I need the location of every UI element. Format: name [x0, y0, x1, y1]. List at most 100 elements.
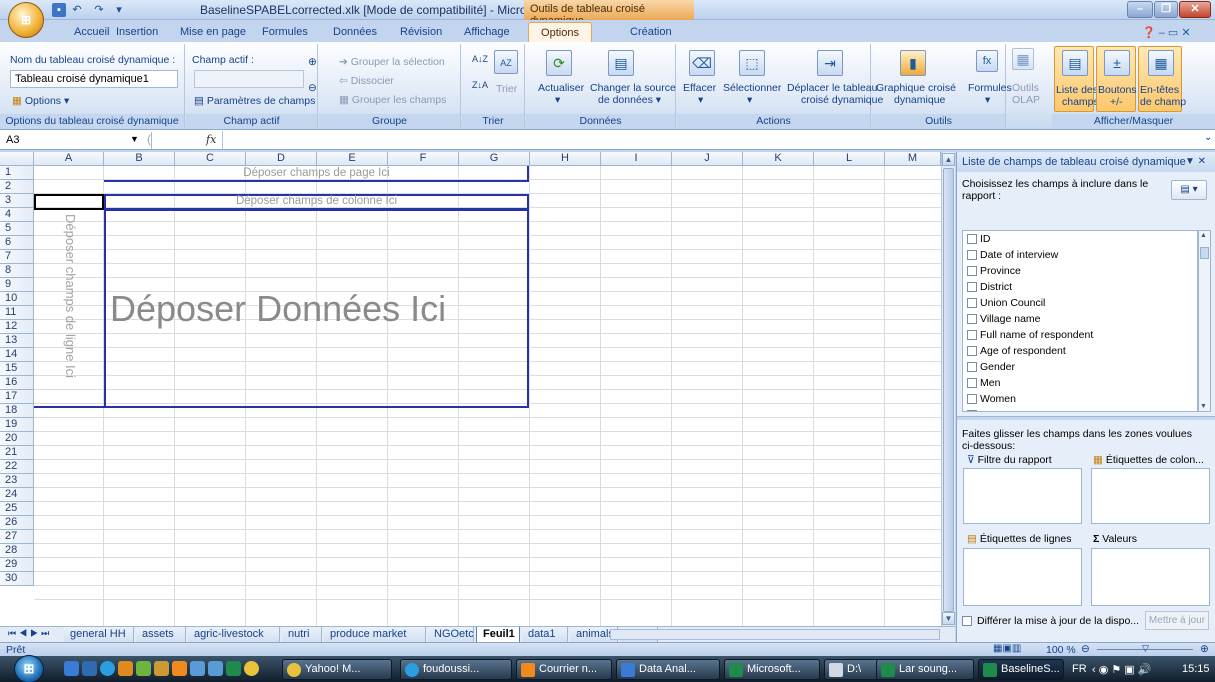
- field-item[interactable]: Province: [963, 263, 1197, 279]
- row-header-13[interactable]: 13: [0, 334, 34, 348]
- expand-field-icon[interactable]: ⊕: [308, 56, 317, 68]
- column-header-h[interactable]: H: [530, 152, 601, 166]
- sheet-tab[interactable]: agric-livestock: [188, 627, 280, 642]
- task-lar-soung[interactable]: Lar soung...: [876, 659, 974, 680]
- row-header-16[interactable]: 16: [0, 376, 34, 390]
- pane-menu-icon[interactable]: ▼ ✕: [1185, 156, 1206, 167]
- update-button[interactable]: Mettre à jour: [1145, 611, 1209, 630]
- select-icon[interactable]: ⬚: [739, 50, 765, 76]
- tab-insertion[interactable]: Insertion: [108, 22, 166, 42]
- quicklaunch-media-icon[interactable]: [118, 661, 133, 676]
- zoom-thumb-icon[interactable]: ▽: [1142, 643, 1149, 654]
- sheet-tab[interactable]: nutri: [282, 627, 322, 642]
- column-header-d[interactable]: D: [246, 152, 317, 166]
- active-field-input[interactable]: [194, 70, 304, 88]
- tab-affichage[interactable]: Affichage: [456, 22, 518, 42]
- row-header-14[interactable]: 14: [0, 348, 34, 362]
- field-checkbox[interactable]: [967, 250, 977, 260]
- save-icon[interactable]: ▪: [52, 3, 66, 17]
- field-checkbox[interactable]: [967, 362, 977, 372]
- field-checkbox[interactable]: [967, 266, 977, 276]
- row-header-22[interactable]: 22: [0, 460, 34, 474]
- pt-options-button[interactable]: ▦ Options ▾: [12, 95, 69, 107]
- column-header-e[interactable]: E: [317, 152, 388, 166]
- row-header-17[interactable]: 17: [0, 390, 34, 404]
- column-header-i[interactable]: I: [601, 152, 672, 166]
- column-header-k[interactable]: K: [743, 152, 814, 166]
- quicklaunch-ie-icon[interactable]: [100, 661, 115, 676]
- refresh-icon[interactable]: ⟳: [546, 50, 572, 76]
- tab-donnees[interactable]: Données: [325, 22, 385, 42]
- row-header-23[interactable]: 23: [0, 474, 34, 488]
- row-header-27[interactable]: 27: [0, 530, 34, 544]
- report-filter-area[interactable]: [963, 468, 1082, 524]
- ungroup-button[interactable]: ⇦ Dissocier: [339, 75, 394, 87]
- column-header-m[interactable]: M: [885, 152, 941, 166]
- quicklaunch-app6-icon[interactable]: [226, 661, 241, 676]
- olap-tools-icon[interactable]: ▦: [1012, 48, 1034, 70]
- help-icon[interactable]: ❓ – ▭ ✕: [1142, 26, 1191, 39]
- field-checkbox[interactable]: [967, 298, 977, 308]
- field-checkbox[interactable]: [967, 378, 977, 388]
- scroll-thumb[interactable]: [943, 168, 954, 612]
- quicklaunch-app7-icon[interactable]: [244, 661, 259, 676]
- column-header-j[interactable]: J: [672, 152, 743, 166]
- row-header-9[interactable]: 9: [0, 278, 34, 292]
- quicklaunch-app3-icon[interactable]: [172, 661, 187, 676]
- tab-options[interactable]: Options: [528, 22, 592, 42]
- row-header-25[interactable]: 25: [0, 502, 34, 516]
- sort-za-icon[interactable]: Z↓A: [472, 80, 488, 90]
- formulas-button[interactable]: Formules: [968, 82, 1012, 94]
- task-baseline[interactable]: BaselineS...: [978, 659, 1064, 680]
- field-item[interactable]: Age of respondent: [963, 343, 1197, 359]
- office-button[interactable]: ⊞: [8, 2, 44, 38]
- minimize-button[interactable]: –: [1127, 1, 1153, 18]
- field-settings-button[interactable]: ▤ Paramètres de champs: [194, 95, 315, 107]
- pivot-chart-icon[interactable]: ▮: [900, 50, 926, 76]
- quicklaunch-app-icon[interactable]: [136, 661, 151, 676]
- row-header-2[interactable]: 2: [0, 180, 34, 194]
- change-source-button[interactable]: Changer la source: [590, 82, 676, 94]
- field-item[interactable]: Date of interview: [963, 247, 1197, 263]
- field-scroll-up-icon[interactable]: ▲: [1200, 232, 1207, 239]
- row-header-11[interactable]: 11: [0, 306, 34, 320]
- field-item[interactable]: District: [963, 279, 1197, 295]
- row-header-21[interactable]: 21: [0, 446, 34, 460]
- task-mail[interactable]: Courrier n...: [516, 659, 612, 680]
- name-box-dropdown-icon[interactable]: ▼: [130, 134, 139, 144]
- quicklaunch-app2-icon[interactable]: [154, 661, 169, 676]
- field-item[interactable]: Union Council: [963, 295, 1197, 311]
- zoom-out-icon[interactable]: ⊖: [1081, 643, 1090, 655]
- field-item[interactable]: Boys: [963, 407, 1197, 411]
- sheet-tab[interactable]: produce market: [324, 627, 426, 642]
- row-header-18[interactable]: 18: [0, 404, 34, 418]
- sheet-nav-icons[interactable]: ⏮◀▶⏭: [8, 628, 52, 639]
- horizontal-scrollbar[interactable]: [610, 629, 940, 640]
- tab-mise-en-page[interactable]: Mise en page: [172, 22, 254, 42]
- undo-icon[interactable]: ↶: [70, 3, 84, 17]
- field-checkbox[interactable]: [967, 234, 977, 244]
- zoom-in-icon[interactable]: ⊕: [1200, 643, 1209, 655]
- formula-input[interactable]: [222, 131, 1204, 149]
- row-header-1[interactable]: 1: [0, 166, 34, 180]
- field-scroll-thumb[interactable]: [1200, 247, 1209, 259]
- field-item[interactable]: Full name of respondent: [963, 327, 1197, 343]
- row-header-4[interactable]: 4: [0, 208, 34, 222]
- column-header-f[interactable]: F: [388, 152, 459, 166]
- field-checkbox[interactable]: [967, 282, 977, 292]
- move-pt-button[interactable]: Déplacer le tableau: [787, 82, 877, 94]
- sheet-tab[interactable]: NGOetc: [428, 627, 474, 642]
- task-yahoo[interactable]: Yahoo! M...: [282, 659, 392, 680]
- worksheet-grid[interactable]: ABCDEFGHIJKLM 1 2 3 4 5 6 7 8 9 10 11 12 13 14 15 16 17 1…: [0, 152, 955, 626]
- quicklaunch-switch-icon[interactable]: [82, 661, 97, 676]
- column-header-a[interactable]: A: [34, 152, 104, 166]
- task-data-analysis[interactable]: Data Anal...: [616, 659, 720, 680]
- field-scroll-down-icon[interactable]: ▼: [1200, 403, 1207, 410]
- sheet-tab[interactable]: assets: [136, 627, 186, 642]
- collapse-field-icon[interactable]: ⊖: [308, 82, 317, 94]
- formula-bar-grip-icon[interactable]: (: [147, 132, 151, 146]
- refresh-button[interactable]: Actualiser: [538, 82, 584, 94]
- quicklaunch-app5-icon[interactable]: [208, 661, 223, 676]
- view-buttons-icon[interactable]: ▦▣▥: [993, 643, 1021, 654]
- values-area[interactable]: [1091, 548, 1210, 606]
